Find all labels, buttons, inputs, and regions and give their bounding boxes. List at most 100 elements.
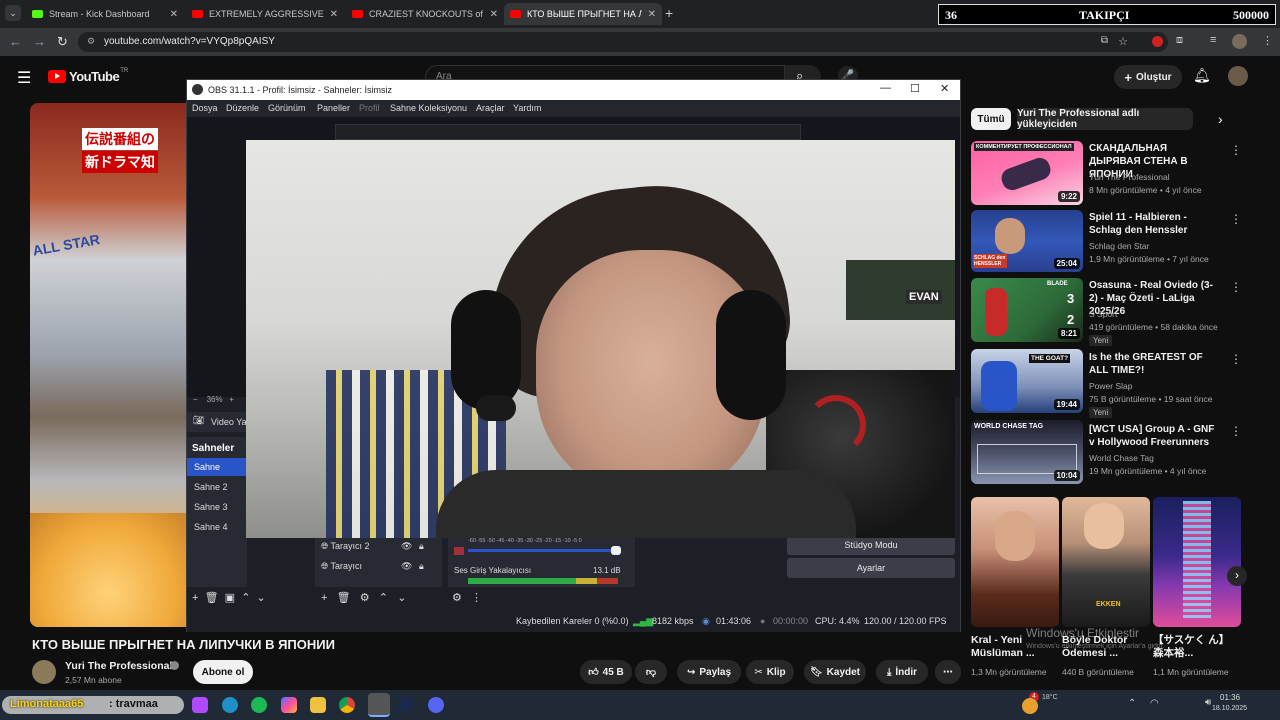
more-options-icon[interactable]: ⋮ bbox=[1230, 352, 1242, 366]
move-up-icon[interactable]: ⌃ bbox=[241, 592, 250, 604]
visibility-eye-icon[interactable]: 👁︎ bbox=[401, 561, 412, 572]
shorts-next-button[interactable]: › bbox=[1227, 566, 1247, 586]
back-icon[interactable]: ← bbox=[9, 34, 22, 49]
recommendation-channel[interactable]: S Sport bbox=[1089, 309, 1117, 319]
bookmark-star-icon[interactable]: ☆ bbox=[1118, 35, 1128, 48]
channel-avatar[interactable] bbox=[32, 660, 56, 684]
browser-tab-knockouts[interactable]: CRAZIEST KNOCKOUTS of 2025 ✕ bbox=[346, 3, 504, 25]
subscribe-button[interactable]: Abone ol bbox=[193, 660, 253, 684]
tab-search-icon[interactable]: ≡ bbox=[1210, 34, 1216, 46]
scene-item[interactable]: Sahne 3 bbox=[191, 498, 251, 516]
video-player[interactable]: 伝説番組の 新ドラマ知 ALL STAR bbox=[30, 103, 187, 627]
discord-icon[interactable] bbox=[428, 697, 444, 713]
more-options-icon[interactable]: ⋮ bbox=[1230, 212, 1242, 226]
close-tab-icon[interactable]: ✕ bbox=[170, 9, 178, 20]
url-field[interactable]: ⚙ youtube.com/watch?v=VYQp8pQAISY ⧉ ☆ bbox=[78, 32, 1168, 52]
mixer-settings-icon[interactable]: ⚙ bbox=[452, 592, 462, 604]
short-thumbnail[interactable] bbox=[971, 497, 1059, 627]
recommendation-title[interactable]: [WCT USA] Group A - GNF v Hollywood Free… bbox=[1089, 423, 1219, 449]
mixer-mute-indicator[interactable] bbox=[454, 547, 464, 555]
recommendation-thumbnail[interactable]: BLADE 3 2 8:21 bbox=[971, 278, 1083, 342]
wifi-icon[interactable]: ◠ bbox=[1150, 698, 1159, 709]
youtube-logo[interactable]: YouTube TR bbox=[48, 68, 128, 84]
mixer-menu-icon[interactable]: ⋮ bbox=[471, 592, 482, 604]
tab-list-button[interactable]: ⌄ bbox=[5, 5, 21, 21]
extensions-puzzle-icon[interactable]: ⧈ bbox=[1176, 34, 1183, 47]
volume-slider[interactable] bbox=[468, 549, 618, 552]
menu-duzenle[interactable]: Düzenle bbox=[226, 103, 259, 113]
recommendation-channel[interactable]: Schlag den Star bbox=[1089, 241, 1149, 251]
close-tab-icon[interactable]: ✕ bbox=[490, 9, 498, 20]
dislike-button[interactable]: 👎︎ bbox=[635, 660, 667, 684]
tray-chevron-icon[interactable]: ⌃ bbox=[1128, 698, 1136, 709]
edge-icon[interactable] bbox=[222, 697, 238, 713]
site-info-icon[interactable]: ⚙ bbox=[87, 36, 95, 47]
close-tab-icon[interactable]: ✕ bbox=[330, 9, 338, 20]
notifications-bell-icon[interactable]: 🔔︎ bbox=[1193, 67, 1211, 84]
browser-tab-active[interactable]: КТО ВЫШЕ ПРЫГНЕТ НА ЛИПУ ✕ bbox=[504, 3, 662, 25]
recommendation-title[interactable]: Spiel 11 - Halbieren - Schlag den Henssl… bbox=[1089, 211, 1219, 237]
recommendation-channel[interactable]: Power Slap bbox=[1089, 381, 1132, 391]
recommendation-title[interactable]: Is he the GREATEST OF ALL TIME?! bbox=[1089, 351, 1219, 377]
maximize-icon[interactable]: ☐ bbox=[910, 82, 920, 95]
new-tab-button[interactable]: + bbox=[665, 5, 673, 21]
install-app-icon[interactable]: ⧉ bbox=[1101, 35, 1108, 46]
browser-tab-kick[interactable]: Stream - Kick Dashboard ✕ bbox=[26, 3, 184, 25]
share-button[interactable]: ↪ Paylaş bbox=[677, 660, 741, 684]
source-settings-icon[interactable]: ⚙ bbox=[360, 592, 370, 604]
forward-icon[interactable]: → bbox=[33, 34, 46, 49]
create-button[interactable]: + Oluştur bbox=[1114, 65, 1182, 89]
menu-sahne-koleksiyonu[interactable]: Sahne Koleksiyonu bbox=[390, 103, 467, 113]
chevron-right-icon[interactable]: › bbox=[1218, 111, 1223, 127]
zoom-plus-icon[interactable]: + bbox=[229, 395, 234, 404]
recommendation-thumbnail[interactable]: КОММЕНТИРУЕТ ПРОФЕССИОНАЛ 9:22 bbox=[971, 141, 1083, 205]
profile-avatar[interactable] bbox=[1232, 34, 1247, 49]
recommendation-channel[interactable]: Yuri The Professional bbox=[1089, 172, 1170, 182]
recommendation-thumbnail[interactable]: WORLD CHASE TAG 10:04 bbox=[971, 420, 1083, 484]
like-button[interactable]: 👍︎ 45 B bbox=[580, 660, 632, 684]
more-actions-button[interactable]: ⋯ bbox=[935, 660, 961, 684]
clip-button[interactable]: ✂ Klip bbox=[746, 660, 794, 684]
move-up-icon[interactable]: ⌃ bbox=[379, 592, 388, 604]
source-item[interactable]: 🌐︎ Tarayıcı 2 👁︎ 🔒︎ bbox=[321, 541, 439, 552]
scene-item[interactable]: Sahne bbox=[187, 458, 247, 476]
short-thumbnail[interactable]: EKKEN bbox=[1062, 497, 1150, 627]
remove-scene-icon[interactable]: 🗑︎ bbox=[205, 592, 219, 604]
channel-name[interactable]: Yuri The Professional bbox=[65, 660, 172, 672]
filter-chip-all[interactable]: Tümü bbox=[971, 108, 1011, 130]
obs-taskbar-icon[interactable] bbox=[368, 693, 390, 717]
menu-profil[interactable]: Profil bbox=[359, 103, 380, 113]
more-options-icon[interactable]: ⋮ bbox=[1230, 424, 1242, 438]
hamburger-menu-icon[interactable]: ☰ bbox=[17, 68, 31, 88]
download-button[interactable]: ⤓ İndir bbox=[876, 660, 928, 684]
filter-chip-uploader[interactable]: Yuri The Professional adlı yükleyiciden bbox=[1017, 108, 1193, 130]
scene-filters-icon[interactable]: ▣ bbox=[225, 592, 235, 604]
extension-red-icon[interactable] bbox=[1152, 36, 1163, 47]
move-down-icon[interactable]: ⌄ bbox=[257, 592, 266, 604]
move-down-icon[interactable]: ⌄ bbox=[397, 592, 406, 604]
close-window-icon[interactable]: ✕ bbox=[940, 82, 949, 95]
menu-dosya[interactable]: Dosya bbox=[192, 103, 218, 113]
volume-icon[interactable]: 🔊︎ bbox=[1205, 697, 1211, 708]
webcam-preview[interactable]: EVAN bbox=[246, 140, 955, 538]
menu-paneller[interactable]: Paneller bbox=[317, 103, 350, 113]
source-item[interactable]: 🌐︎ Tarayıcı 👁︎ 🔒︎ bbox=[321, 561, 439, 572]
more-options-icon[interactable]: ⋮ bbox=[1230, 143, 1242, 157]
browser-menu-icon[interactable]: ⋮ bbox=[1262, 34, 1273, 47]
account-avatar[interactable] bbox=[1228, 66, 1248, 86]
settings-button[interactable]: Ayarlar bbox=[787, 558, 955, 578]
remove-source-icon[interactable]: 🗑︎ bbox=[337, 592, 351, 604]
studio-mode-button[interactable]: Stüdyo Modu bbox=[787, 535, 955, 555]
short-thumbnail[interactable] bbox=[1153, 497, 1241, 627]
browser-app-icon[interactable] bbox=[192, 697, 208, 713]
scene-item[interactable]: Sahne 4 bbox=[191, 518, 251, 536]
save-button[interactable]: 🔖︎ Kaydet bbox=[804, 660, 866, 684]
recommendation-channel[interactable]: World Chase Tag bbox=[1089, 453, 1154, 463]
recommendation-thumbnail[interactable]: SCHLAG den HENSSLER 25:04 bbox=[971, 210, 1083, 272]
close-tab-icon[interactable]: ✕ bbox=[648, 9, 656, 20]
visibility-eye-icon[interactable]: 👁︎ bbox=[401, 541, 412, 552]
lock-icon[interactable]: 🔒︎ bbox=[419, 541, 424, 552]
reload-icon[interactable]: ↻ bbox=[57, 34, 68, 50]
recommendation-thumbnail[interactable]: THE GOAT? 19:44 bbox=[971, 349, 1083, 413]
menu-gorunum[interactable]: Görünüm bbox=[268, 103, 306, 113]
